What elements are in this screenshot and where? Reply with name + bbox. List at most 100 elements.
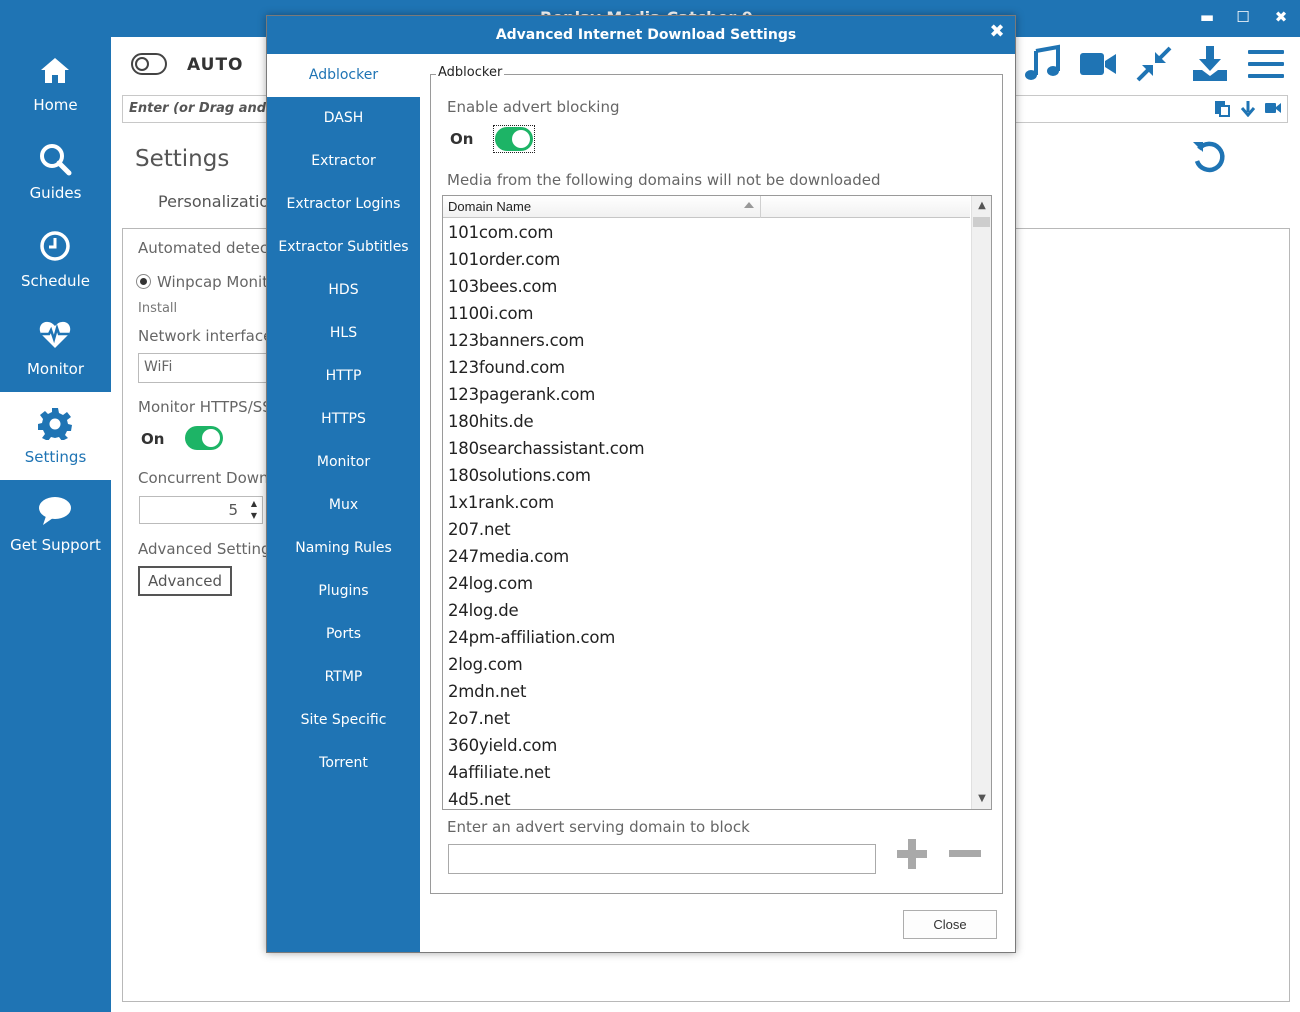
domain-input[interactable] <box>448 844 876 874</box>
list-item[interactable]: 180hits.de <box>443 408 970 435</box>
network-interface-value: WiFi <box>144 359 173 375</box>
scroll-down-icon[interactable]: ▼ <box>972 789 991 809</box>
compress-icon[interactable] <box>1134 44 1174 84</box>
network-interface-select[interactable]: WiFi <box>138 353 278 383</box>
monitor-https-toggle[interactable] <box>185 426 223 450</box>
add-domain-icon[interactable] <box>895 837 929 871</box>
dialog-nav-http[interactable]: HTTP <box>267 355 420 398</box>
list-item[interactable]: 180solutions.com <box>443 462 970 489</box>
dialog-nav-adblocker[interactable]: Adblocker <box>267 54 420 97</box>
heartbeat-icon <box>39 321 71 348</box>
dialog-nav-dash[interactable]: DASH <box>267 97 420 140</box>
concurrent-downloads-stepper[interactable]: 5 ▲ ▼ <box>139 496 263 524</box>
dialog-nav-extractor[interactable]: Extractor <box>267 140 420 183</box>
list-item[interactable]: 360yield.com <box>443 732 970 759</box>
list-item[interactable]: 101com.com <box>443 219 970 246</box>
close-window-button[interactable]: ✖ <box>1266 4 1296 30</box>
search-icon <box>40 144 72 176</box>
dialog-nav-naming-rules[interactable]: Naming Rules <box>267 527 420 570</box>
music-icon[interactable] <box>1022 44 1062 84</box>
list-item[interactable]: 123pagerank.com <box>443 381 970 408</box>
reset-icon[interactable] <box>1190 137 1230 177</box>
sidebar: Home Guides Schedule Monitor Settings Ge… <box>0 0 111 1012</box>
scroll-thumb[interactable] <box>973 217 990 227</box>
list-item[interactable]: 1x1rank.com <box>443 489 970 516</box>
video-camera-icon[interactable] <box>1078 44 1118 84</box>
list-item[interactable]: 24log.com <box>443 570 970 597</box>
install-link[interactable]: Install <box>138 301 177 316</box>
list-item[interactable]: 103bees.com <box>443 273 970 300</box>
arrow-down-icon[interactable] <box>1239 99 1257 117</box>
dialog-close-button[interactable]: Close <box>903 910 997 939</box>
scroll-up-icon[interactable]: ▲ <box>972 196 991 216</box>
column-header-domain-name[interactable]: Domain Name <box>443 196 761 218</box>
record-video-icon[interactable] <box>1264 99 1282 117</box>
domain-rows: 101com.com 101order.com 103bees.com 1100i.c… <box>443 219 970 809</box>
blocked-domains-list[interactable]: Domain Name 101com.com 101order.com 103bee… <box>442 195 992 810</box>
sidebar-item-label: Home <box>33 96 78 114</box>
list-item[interactable]: 180searchassistant.com <box>443 435 970 462</box>
sort-ascending-icon <box>744 202 754 208</box>
sidebar-item-home[interactable]: Home <box>0 40 111 128</box>
dialog-close-icon[interactable]: ✖ <box>987 22 1007 42</box>
dialog-nav-hds[interactable]: HDS <box>267 269 420 312</box>
maximize-button[interactable]: ☐ <box>1228 4 1258 30</box>
list-item[interactable]: 1100i.com <box>443 300 970 327</box>
dialog-nav-site-specific[interactable]: Site Specific <box>267 699 420 742</box>
sidebar-item-schedule[interactable]: Schedule <box>0 216 111 304</box>
advanced-button[interactable]: Advanced <box>138 566 232 596</box>
remove-domain-icon[interactable] <box>948 837 982 871</box>
menu-icon[interactable] <box>1246 44 1286 84</box>
advanced-settings-label: Advanced Settings <box>138 540 279 558</box>
column-header-label: Domain Name <box>448 199 532 214</box>
concurrent-downloads-value: 5 <box>228 501 238 519</box>
gear-icon <box>38 408 72 440</box>
dialog-nav-plugins[interactable]: Plugins <box>267 570 420 613</box>
list-item[interactable]: 101order.com <box>443 246 970 273</box>
dialog-nav-https[interactable]: HTTPS <box>267 398 420 441</box>
list-item[interactable]: 123found.com <box>443 354 970 381</box>
download-icon[interactable] <box>1190 44 1230 84</box>
dialog-nav-extractor-logins[interactable]: Extractor Logins <box>267 183 420 226</box>
sidebar-item-guides[interactable]: Guides <box>0 128 111 216</box>
list-item[interactable]: 2mdn.net <box>443 678 970 705</box>
auto-label: AUTO <box>187 55 244 75</box>
sidebar-item-label: Monitor <box>26 360 85 378</box>
stepper-up-icon[interactable]: ▲ <box>251 499 257 508</box>
list-item[interactable]: 4d5.net <box>443 786 970 809</box>
sidebar-item-settings[interactable]: Settings <box>0 392 111 480</box>
list-item[interactable]: 2log.com <box>443 651 970 678</box>
sidebar-item-label: Schedule <box>21 272 90 290</box>
dialog-nav-extractor-subtitles[interactable]: Extractor Subtitles <box>267 226 420 269</box>
sidebar-item-label: Guides <box>29 184 82 202</box>
list-item[interactable]: 24log.de <box>443 597 970 624</box>
dialog-nav-hls[interactable]: HLS <box>267 312 420 355</box>
winpcap-radio[interactable] <box>136 274 151 289</box>
dialog-nav-rtmp[interactable]: RTMP <box>267 656 420 699</box>
auto-toggle[interactable] <box>131 53 167 75</box>
stepper-down-icon[interactable]: ▼ <box>251 511 257 520</box>
minimize-button[interactable]: ▬ <box>1192 4 1222 30</box>
paste-icon[interactable] <box>1213 99 1231 117</box>
list-item[interactable]: 247media.com <box>443 543 970 570</box>
list-scrollbar[interactable]: ▲ ▼ <box>971 196 991 809</box>
enable-blocking-label: Enable advert blocking <box>447 98 620 116</box>
tab-personalization[interactable]: Personalization <box>158 192 279 211</box>
dialog-nav-monitor[interactable]: Monitor <box>267 441 420 484</box>
list-item[interactable]: 123banners.com <box>443 327 970 354</box>
list-item[interactable]: 4affiliate.net <box>443 759 970 786</box>
enable-blocking-state: On <box>450 130 474 148</box>
page-title: Settings <box>135 146 230 172</box>
dialog-nav-ports[interactable]: Ports <box>267 613 420 656</box>
dialog-nav-torrent[interactable]: Torrent <box>267 742 420 785</box>
chat-bubble-icon <box>39 497 71 525</box>
list-item[interactable]: 207.net <box>443 516 970 543</box>
sidebar-item-get-support[interactable]: Get Support <box>0 480 111 568</box>
dialog-nav-mux[interactable]: Mux <box>267 484 420 527</box>
domains-label: Media from the following domains will no… <box>447 171 881 189</box>
dialog-nav: Adblocker DASH Extractor Extractor Login… <box>267 54 420 952</box>
list-item[interactable]: 24pm-affiliation.com <box>443 624 970 651</box>
sidebar-item-monitor[interactable]: Monitor <box>0 304 111 392</box>
list-item[interactable]: 2o7.net <box>443 705 970 732</box>
enable-blocking-toggle[interactable] <box>495 127 533 151</box>
